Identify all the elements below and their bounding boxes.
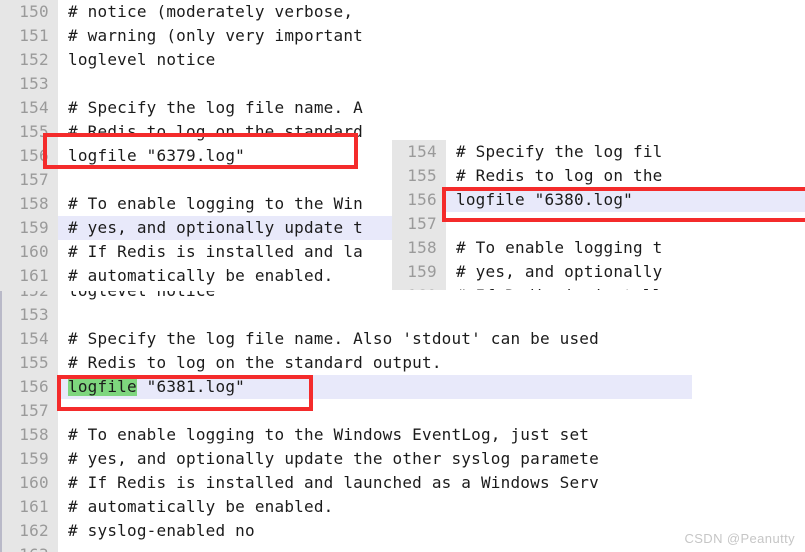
code-text[interactable]: loglevel notice bbox=[58, 291, 805, 303]
line-number: 156 bbox=[2, 375, 58, 399]
code-text[interactable] bbox=[58, 399, 805, 423]
code-line[interactable]: 159 # yes, and optionally update the othe… bbox=[2, 447, 805, 471]
code-line[interactable]: 153 bbox=[0, 72, 805, 96]
line-number: 155 bbox=[2, 351, 58, 375]
code-line[interactable]: 152loglevel notice bbox=[0, 48, 805, 72]
selected-token: logfile bbox=[68, 377, 137, 396]
line-number: 153 bbox=[2, 303, 58, 327]
code-line[interactable]: 159 # yes, and optionally bbox=[392, 260, 805, 284]
code-text[interactable] bbox=[58, 303, 805, 327]
line-number: 157 bbox=[2, 399, 58, 423]
line-number: 155 bbox=[0, 120, 58, 144]
line-number: 154 bbox=[0, 96, 58, 120]
code-line[interactable]: 150 # notice (moderately verbose, bbox=[0, 0, 805, 24]
code-line[interactable]: 157 bbox=[392, 212, 805, 236]
code-text-rest: "6381.log" bbox=[136, 377, 246, 396]
line-number: 157 bbox=[0, 168, 58, 192]
code-text[interactable]: # Specify the log file name. A bbox=[58, 96, 805, 120]
code-text[interactable]: logfile "6380.log" bbox=[446, 188, 805, 212]
code-line[interactable]: 158 # To enable logging t bbox=[392, 236, 805, 260]
line-number: 163 bbox=[2, 543, 58, 552]
code-line[interactable]: 152loglevel notice bbox=[2, 291, 805, 303]
line-number: 157 bbox=[392, 212, 446, 236]
code-line[interactable]: 154 # Specify the log fil bbox=[392, 140, 805, 164]
code-line[interactable]: 156 logfile "6381.log" bbox=[2, 375, 805, 399]
code-text[interactable] bbox=[446, 212, 805, 236]
code-text[interactable]: # To enable logging to the Windows Event… bbox=[58, 423, 805, 447]
code-text[interactable]: # To enable logging t bbox=[446, 236, 805, 260]
code-text[interactable]: logfile "6381.log" bbox=[58, 375, 692, 399]
code-line[interactable]: 154 # Specify the log file name. A bbox=[0, 96, 805, 120]
line-number: 154 bbox=[2, 327, 58, 351]
line-number: 161 bbox=[2, 495, 58, 519]
line-number: 151 bbox=[0, 24, 58, 48]
line-number: 158 bbox=[2, 423, 58, 447]
code-line[interactable]: 161 # automatically be enabled. bbox=[2, 495, 805, 519]
code-text[interactable]: # yes, and optionally bbox=[446, 260, 805, 284]
code-line[interactable]: 156 logfile "6380.log" bbox=[392, 188, 805, 212]
code-text[interactable]: # If Redis is installed and launched as … bbox=[58, 471, 805, 495]
code-line[interactable]: 153 bbox=[2, 303, 805, 327]
line-number: 152 bbox=[0, 48, 58, 72]
line-number: 158 bbox=[0, 192, 58, 216]
code-text[interactable]: # warning (only very important bbox=[58, 24, 805, 48]
editor-panel-6380[interactable]: 154 # Specify the log fil 155 # Redis to lo… bbox=[392, 140, 805, 290]
code-line[interactable]: 154 # Specify the log file name. Also 'st… bbox=[2, 327, 805, 351]
line-number: 155 bbox=[392, 164, 446, 188]
code-text[interactable]: # Redis to log on the bbox=[446, 164, 805, 188]
line-number: 156 bbox=[0, 144, 58, 168]
line-number: 159 bbox=[0, 216, 58, 240]
code-text[interactable] bbox=[58, 72, 805, 96]
code-line[interactable]: 155 # Redis to log on the bbox=[392, 164, 805, 188]
line-number: 161 bbox=[0, 264, 58, 288]
code-text[interactable]: # notice (moderately verbose, bbox=[58, 0, 805, 24]
code-line[interactable]: 158 # To enable logging to the Windows Ev… bbox=[2, 423, 805, 447]
line-number: 159 bbox=[392, 260, 446, 284]
code-line[interactable]: 155 # Redis to log on the standard output… bbox=[2, 351, 805, 375]
line-number: 154 bbox=[392, 140, 446, 164]
line-number: 153 bbox=[0, 72, 58, 96]
line-number: 160 bbox=[2, 471, 58, 495]
editor-panel-6381[interactable]: 152loglevel notice153154# Specify the lo… bbox=[0, 291, 805, 552]
code-line[interactable]: 160 # If Redis is installed and launched … bbox=[2, 471, 805, 495]
code-text[interactable]: # Redis to log on the standard output. bbox=[58, 351, 805, 375]
line-number: 160 bbox=[0, 240, 58, 264]
line-number: 150 bbox=[0, 0, 58, 24]
code-line[interactable]: 160# If Redis is install bbox=[392, 284, 805, 290]
code-text[interactable]: # If Redis is install bbox=[446, 284, 805, 290]
line-number: 162 bbox=[2, 519, 58, 543]
line-number: 159 bbox=[2, 447, 58, 471]
watermark-text: CSDN @Peanutty bbox=[684, 531, 795, 546]
code-line[interactable]: 157 bbox=[2, 399, 805, 423]
line-number: 156 bbox=[392, 188, 446, 212]
line-number: 158 bbox=[392, 236, 446, 260]
code-text[interactable]: # automatically be enabled. bbox=[58, 495, 805, 519]
line-number: 160 bbox=[392, 284, 446, 290]
line-number: 152 bbox=[2, 291, 58, 303]
code-text[interactable]: loglevel notice bbox=[58, 48, 805, 72]
code-line[interactable]: 151 # warning (only very important bbox=[0, 24, 805, 48]
code-text[interactable]: # yes, and optionally update the other s… bbox=[58, 447, 805, 471]
code-text[interactable]: # Specify the log fil bbox=[446, 140, 805, 164]
code-text[interactable]: # Specify the log file name. Also 'stdou… bbox=[58, 327, 805, 351]
